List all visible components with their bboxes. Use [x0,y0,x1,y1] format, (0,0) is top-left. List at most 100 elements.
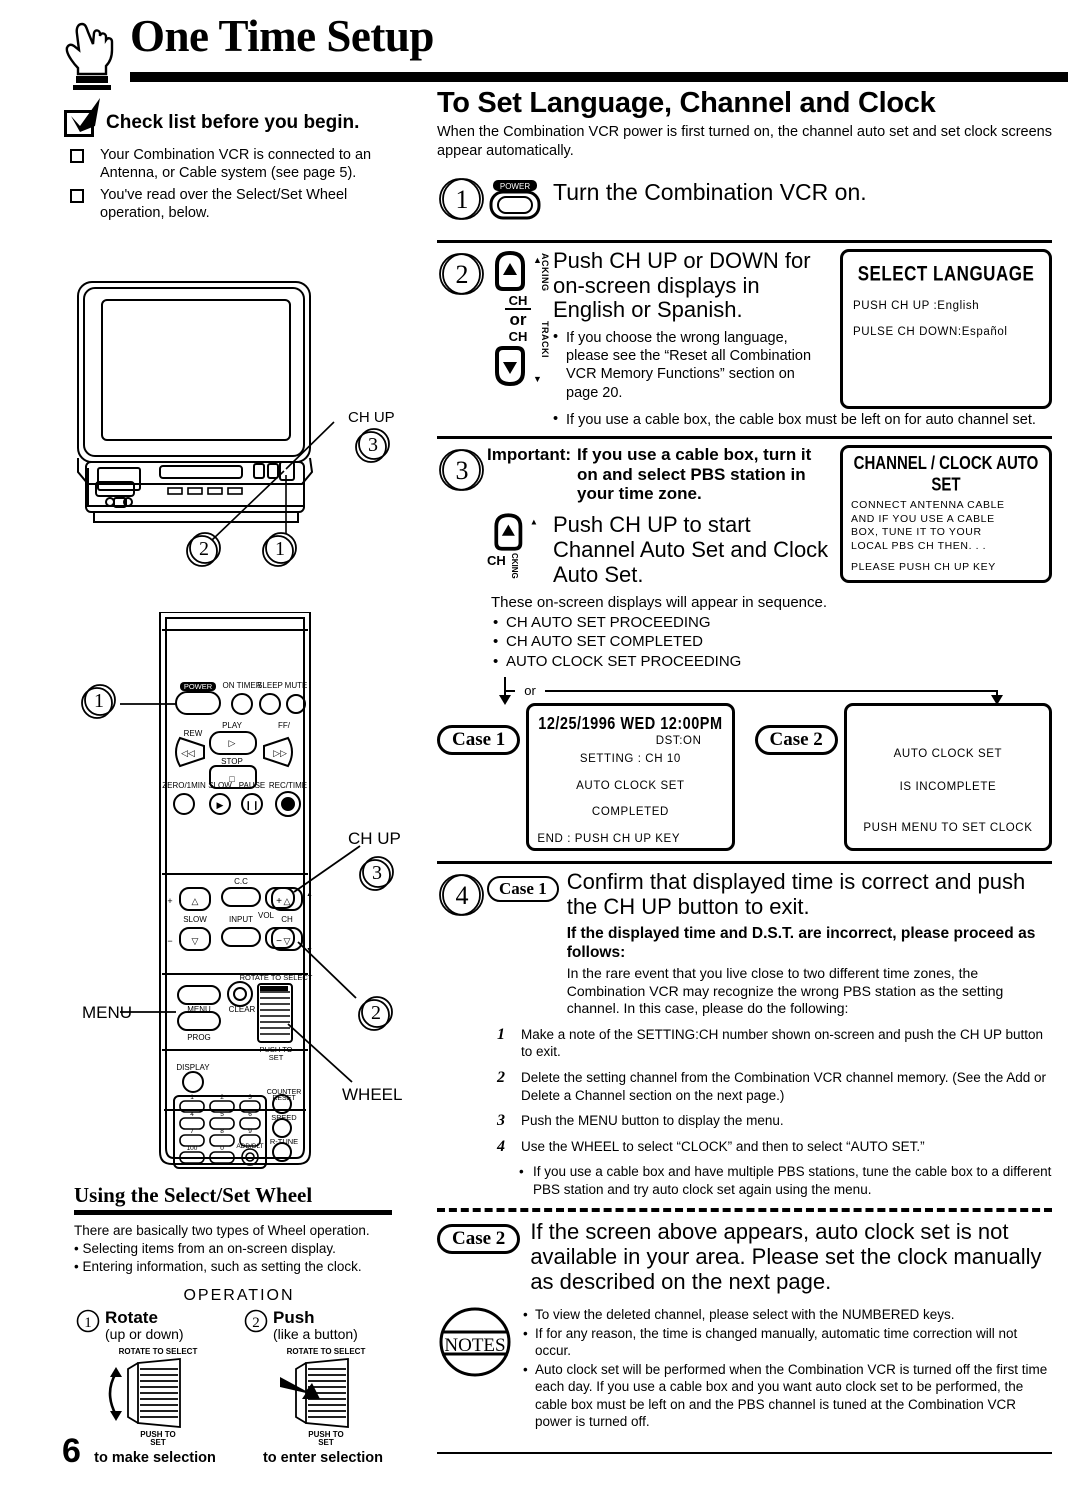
svg-text:2: 2 [220,1094,224,1101]
sequence-item: CH AUTO SET PROCEEDING [491,613,1052,633]
wheel-operation-push: 2 Push (like a button) ROTATE TO SELECT [244,1308,402,1466]
wheel-section-rule [74,1210,392,1215]
svg-text:CLEAR: CLEAR [229,1005,256,1014]
osd-title: CHANNEL / CLOCK AUTO SET [853,452,1039,496]
svg-text:INPUT: INPUT [229,915,253,924]
svg-text:STOP: STOP [221,757,243,766]
case-2-text: If the screen above appears, auto clock … [530,1219,1042,1294]
item-number: 3 [497,1112,505,1130]
svg-text:DISPLAY: DISPLAY [176,1063,210,1072]
checkbox-icon[interactable] [70,149,84,163]
step-2: 2 ▲ ACKING CH or CH ▼ TRACKI Push CH UP … [437,248,1052,430]
page-header: One Time Setup [62,11,1068,90]
ch-label: CH [487,553,506,569]
osd-line: PUSH MENU TO SET CLOCK [863,821,1033,834]
numbered-item: 4 Use the WHEEL to select “CLOCK” and th… [495,1138,1052,1156]
important-label: Important: [487,445,572,465]
svg-text:ZERO/1MIN: ZERO/1MIN [162,781,206,790]
svg-text:3: 3 [248,1094,252,1101]
step-3-text: Push CH UP to start Channel Auto Set and… [553,512,829,587]
svg-text:4: 4 [190,1111,194,1118]
svg-text:PLAY: PLAY [222,721,243,730]
case-1-badge: Case 1 [437,725,521,756]
svg-text:▷▷: ▷▷ [273,748,287,758]
case-1-badge: Case 1 [487,876,559,903]
checklist-item-label: Your Combination VCR is connected to an … [100,147,372,181]
case-2-badge: Case 2 [437,1224,521,1255]
svg-text:ROTATE TO SELECT: ROTATE TO SELECT [287,1347,366,1356]
svg-text:SLOW: SLOW [183,915,207,924]
note-item: Auto clock set will be performed when th… [521,1361,1052,1431]
svg-text:▼: ▼ [533,374,542,384]
right-column: To Set Language, Channel and Clock When … [437,88,1052,1432]
step-4: 4 Case 1 Confirm that displayed time is … [437,869,1052,1018]
svg-text:2: 2 [371,1002,381,1024]
svg-text:SLEEP: SLEEP [257,681,283,690]
osd-setting: SETTING : CH 10 [579,752,681,765]
checklist-heading-row: Check list before you begin. [62,98,407,142]
svg-text:△: △ [192,896,199,906]
svg-text:3: 3 [372,862,382,884]
branch-or-label: or [524,683,536,698]
op-footer: to enter selection [262,1449,384,1466]
item-text: Make a note of the SETTING:CH number sho… [521,1026,1044,1060]
step-1-number-icon: 1 [437,174,487,224]
step-3: 3 Important: If you use a cable box, tur… [437,445,1052,587]
notes-label: NOTES [444,1335,505,1356]
wheel-rotate-diagram: ROTATE TO SELECT PUSH TO SET [108,1347,197,1447]
svg-text:9: 9 [248,1128,252,1135]
svg-text:1: 1 [275,538,285,560]
wheel-operation-rotate: 1 Rotate (up or down) ROTATE TO SELECT P… [76,1309,234,1466]
step-4-body: In the rare event that you live close to… [566,965,1004,1017]
branch-connector: or [437,673,1052,707]
svg-text:1: 1 [84,1315,92,1331]
item-text: Push the MENU button to display the menu… [521,1113,784,1129]
checklist-item[interactable]: Your Combination VCR is connected to an … [62,147,407,182]
bullet: If you choose the wrong language, please… [553,328,830,402]
ch-up-button-icon[interactable]: ▲ [487,511,539,553]
tv-vcr-illustration: CH UP 3 2 1 [72,272,412,572]
ch-up-button-icon[interactable]: ▲ [487,249,543,293]
svg-text:△: △ [284,896,291,906]
case-2-block: Case 2 If the screen above appears, auto… [437,1219,1052,1294]
checklist-item[interactable]: You've read over the Select/Set Wheel op… [62,187,407,222]
osd-line: LOCAL PBS CH THEN. . . [851,539,987,552]
page-title: One Time Setup [130,11,434,61]
svg-text:+: + [276,896,282,907]
op-subtitle: (up or down) [105,1326,184,1343]
power-button-graphic: POWER [487,174,553,222]
osd-line: PULSE CH DOWN:Español [853,325,1008,338]
svg-text:POWER: POWER [500,182,530,191]
svg-text:+: + [167,896,172,906]
svg-text:▲: ▲ [530,517,538,527]
checkbox-icon[interactable] [70,189,84,204]
important-text: If you use a cable box, turn it on and s… [577,445,812,503]
note-item: If for any reason, the time is changed m… [521,1325,1052,1360]
osd-line: PLEASE PUSH CH UP KEY [851,560,996,573]
step-3-number-icon: 3 [437,445,487,495]
osd-datetime: 12/25/1996 WED 12:00PM [538,714,723,734]
left-column: Check list before you begin. Your Combin… [62,98,407,223]
osd-line: PUSH CH UP :English [853,299,980,312]
svg-text:MENU: MENU [82,1003,132,1022]
ch-up-down-buttons-graphic: ▲ ACKING CH or CH ▼ TRACKI [487,249,550,388]
op-title: Push [273,1308,315,1328]
svg-text:MENU: MENU [187,1005,211,1014]
osd-line: END : PUSH CH UP KEY [537,832,681,845]
ch-up-button-graphic: ▲ CH CKING [487,511,545,587]
sequence-intro: These on-screen displays will appear in … [491,594,828,612]
op-footer: to make selection [94,1449,216,1466]
wheel-bullet: • Selecting items from an on-screen disp… [74,1240,336,1256]
svg-text:ADD/DLT: ADD/DLT [236,1143,263,1150]
checklist-title: Check list before you begin. [106,112,360,133]
tracking-label: CKING [509,553,519,580]
header-rule [130,72,1068,82]
case-2-badge: Case 2 [754,725,838,756]
sequence-item: AUTO CLOCK SET PROCEEDING [491,652,1052,672]
wheel-section-title: Using the Select/Set Wheel [74,1183,313,1207]
svg-text:C.C: C.C [234,877,248,886]
svg-text:CH: CH [281,915,293,924]
ch-down-button-icon[interactable]: ▼ [487,344,543,388]
divider [437,436,1052,440]
step-4-text: Confirm that displayed time is correct a… [566,869,1026,919]
